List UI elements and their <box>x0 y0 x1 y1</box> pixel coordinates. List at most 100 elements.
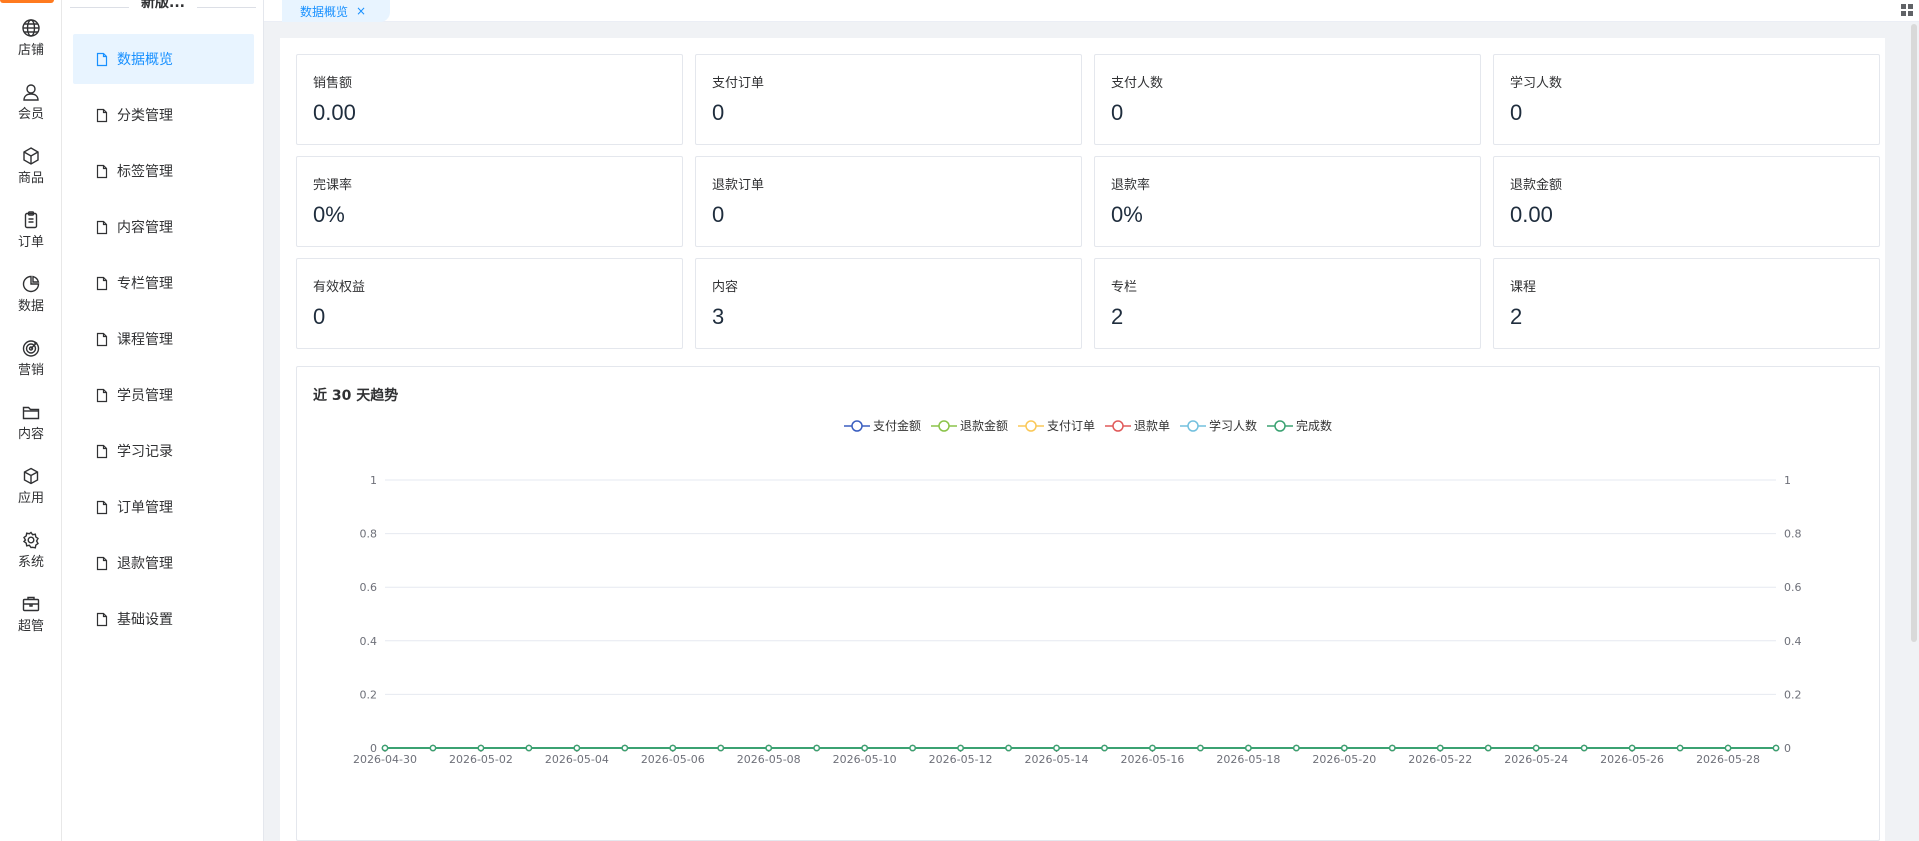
stat-card: 支付订单 0 <box>695 54 1082 145</box>
submenu-item-data-overview[interactable]: 数据概览 <box>73 34 254 84</box>
x-tick-label: 2026-05-26 <box>1600 753 1664 766</box>
submenu-item-column[interactable]: 专栏管理 <box>73 258 254 308</box>
y-right-tick-label: 0 <box>1784 742 1791 755</box>
tab-data-overview[interactable]: 数据概览 × <box>282 0 390 22</box>
submenu-item-students[interactable]: 学员管理 <box>73 370 254 420</box>
data-point <box>957 744 964 752</box>
y-right-tick-label: 0.4 <box>1784 635 1802 648</box>
data-point <box>1484 744 1492 752</box>
user-icon <box>23 84 39 101</box>
trend-chart-card: 近 30 天趋势 支付金额 退款金额 支付订单 退款单 学习人数 完成数 0 0.2 0.4 0… <box>296 366 1880 841</box>
folder-icon <box>22 406 40 420</box>
rail-item-goods[interactable]: 商品 <box>0 146 62 204</box>
stat-card: 课程 2 <box>1493 258 1880 349</box>
rail-item-apps[interactable]: 应用 <box>0 466 62 524</box>
stat-label: 内容 <box>712 280 739 295</box>
rail-item-system[interactable]: 系统 <box>0 530 62 588</box>
stat-card: 内容 3 <box>695 258 1082 349</box>
grid-menu-icon[interactable] <box>1899 2 1915 18</box>
submenu-item-label: 订单管理 <box>117 500 173 516</box>
stat-label: 销售额 <box>313 76 353 91</box>
document-icon <box>96 220 108 234</box>
document-icon <box>96 556 108 570</box>
scrollbar-thumb[interactable] <box>1911 24 1917 642</box>
clipboard-icon <box>24 211 38 229</box>
rail-item-marketing[interactable]: 营销 <box>0 338 62 396</box>
secondary-menu: 新版... 数据概览 分类管理 标签管理 内容管理 专栏管理 课程管理 学员管理… <box>62 0 264 841</box>
target-icon <box>22 340 40 357</box>
stat-card: 销售额 0.00 <box>296 54 683 145</box>
stat-card: 完课率 0% <box>296 156 683 247</box>
data-point <box>525 744 533 752</box>
x-tick-label: 2026-05-06 <box>641 753 705 766</box>
x-tick-label: 2026-05-12 <box>929 753 993 766</box>
tab-label: 数据概览 <box>300 4 349 19</box>
data-point <box>1053 744 1060 752</box>
package-icon <box>23 147 39 165</box>
data-point <box>1628 744 1636 752</box>
rail-item-content[interactable]: 内容 <box>0 402 62 460</box>
data-point <box>1580 744 1588 752</box>
submenu-item-orders[interactable]: 订单管理 <box>73 482 254 532</box>
rail-item-shop[interactable]: 店铺 <box>0 18 62 76</box>
rail-item-member[interactable]: 会员 <box>0 82 62 140</box>
stat-label: 退款率 <box>1111 178 1151 193</box>
pie-chart-icon <box>22 275 40 293</box>
data-point <box>1772 744 1780 752</box>
x-tick-label: 2026-05-22 <box>1408 753 1472 766</box>
divider <box>70 6 130 8</box>
document-icon <box>96 444 108 458</box>
rail-label: 会员 <box>17 107 44 122</box>
stat-card: 专栏 2 <box>1094 258 1481 349</box>
data-point <box>1245 744 1252 752</box>
submenu-item-label: 数据概览 <box>117 52 173 68</box>
x-tick-label: 2026-05-18 <box>1216 753 1280 766</box>
submenu-title-text: 新版... <box>141 0 185 11</box>
stat-card: 退款金额 0.00 <box>1493 156 1880 247</box>
stat-label: 专栏 <box>1111 280 1138 295</box>
y-right-tick-label: 0.6 <box>1784 581 1802 594</box>
submenu-item-study-records[interactable]: 学习记录 <box>73 426 254 476</box>
submenu-title: 新版... <box>70 0 256 14</box>
tab-close-icon[interactable]: × <box>356 4 366 18</box>
x-tick-label: 2026-05-16 <box>1120 753 1184 766</box>
x-tick-label: 2026-05-20 <box>1312 753 1376 766</box>
submenu-item-label: 课程管理 <box>117 332 173 348</box>
data-point <box>1197 744 1204 752</box>
data-point <box>621 744 629 752</box>
submenu-item-basic-settings[interactable]: 基础设置 <box>73 594 254 644</box>
document-icon <box>96 52 108 66</box>
rail-item-data[interactable]: 数据 <box>0 274 62 332</box>
submenu-item-tags[interactable]: 标签管理 <box>73 146 254 196</box>
brand-accent-bar <box>0 0 54 3</box>
stat-value: 0 <box>1510 100 1523 125</box>
submenu-item-label: 基础设置 <box>117 612 173 628</box>
data-point <box>1436 744 1444 752</box>
data-point <box>1005 744 1012 752</box>
x-tick-label: 2026-05-10 <box>833 753 897 766</box>
data-point <box>1724 744 1732 752</box>
rail-item-order[interactable]: 订单 <box>0 210 62 268</box>
stat-label: 退款金额 <box>1510 178 1563 193</box>
main-content: 销售额 0.00 支付订单 0 支付人数 0 学习人数 0 完课率 0% 退款订… <box>280 38 1885 841</box>
rail-label: 商品 <box>17 171 44 186</box>
submenu-item-category[interactable]: 分类管理 <box>73 90 254 140</box>
globe-icon <box>22 19 40 37</box>
data-point <box>1293 744 1300 752</box>
cube-icon <box>23 467 39 485</box>
tab-bar: 数据概览 × <box>264 0 1919 22</box>
submenu-item-refunds[interactable]: 退款管理 <box>73 538 254 588</box>
data-point <box>429 744 437 752</box>
data-point <box>861 744 868 752</box>
data-point <box>381 744 389 752</box>
submenu-item-label: 标签管理 <box>117 164 173 180</box>
stat-value: 0% <box>313 202 345 227</box>
y-tick-label: 1 <box>370 474 377 487</box>
x-tick-label: 2026-05-08 <box>737 753 801 766</box>
submenu-item-content[interactable]: 内容管理 <box>73 202 254 252</box>
stat-label: 支付订单 <box>712 76 765 91</box>
document-icon <box>96 500 108 514</box>
rail-item-admin[interactable]: 超管 <box>0 594 62 652</box>
stat-value: 0 <box>712 202 725 227</box>
submenu-item-course[interactable]: 课程管理 <box>73 314 254 364</box>
